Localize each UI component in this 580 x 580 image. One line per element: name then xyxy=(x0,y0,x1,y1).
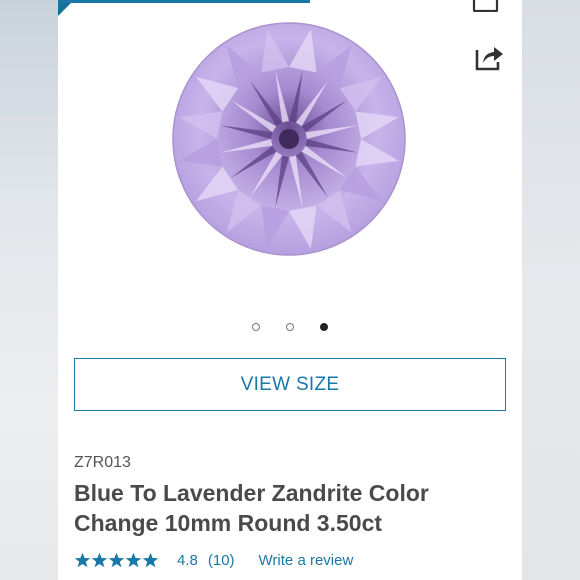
rating-value: 4.8 xyxy=(177,551,198,569)
carousel-dots xyxy=(58,321,522,335)
product-page: VIEW SIZE Z7R013 Blue To Lavender Zandri… xyxy=(58,0,522,580)
rating-stars xyxy=(74,552,159,569)
star-icon xyxy=(108,552,125,567)
rating-row: 4.8 (10) Write a review xyxy=(74,548,353,572)
carousel-dot-2[interactable] xyxy=(286,323,294,331)
star-icon xyxy=(125,552,142,567)
product-title: Blue To Lavender Zandrite Color Change 1… xyxy=(74,478,494,538)
carousel-dot-3[interactable] xyxy=(320,323,328,331)
wishlist-icon[interactable] xyxy=(472,0,500,12)
corner-tab-icon xyxy=(58,3,71,16)
background-right xyxy=(522,0,580,580)
gem-center xyxy=(279,129,299,149)
review-count[interactable]: (10) xyxy=(208,552,235,569)
star-icon xyxy=(142,552,159,567)
product-title-line-2: Change 10mm Round 3.50ct xyxy=(74,510,383,536)
background-left xyxy=(0,0,58,580)
write-review-link[interactable]: Write a review xyxy=(259,552,354,569)
carousel-dot-1[interactable] xyxy=(252,323,260,331)
star-icon xyxy=(91,552,108,567)
star-icon xyxy=(74,552,91,567)
view-size-button[interactable]: VIEW SIZE xyxy=(74,358,506,411)
product-title-line-1: Blue To Lavender Zandrite Color xyxy=(74,480,429,506)
top-accent-bar xyxy=(58,0,310,3)
product-sku: Z7R013 xyxy=(74,454,131,471)
gemstone-image xyxy=(172,22,406,256)
share-icon[interactable] xyxy=(474,42,506,72)
